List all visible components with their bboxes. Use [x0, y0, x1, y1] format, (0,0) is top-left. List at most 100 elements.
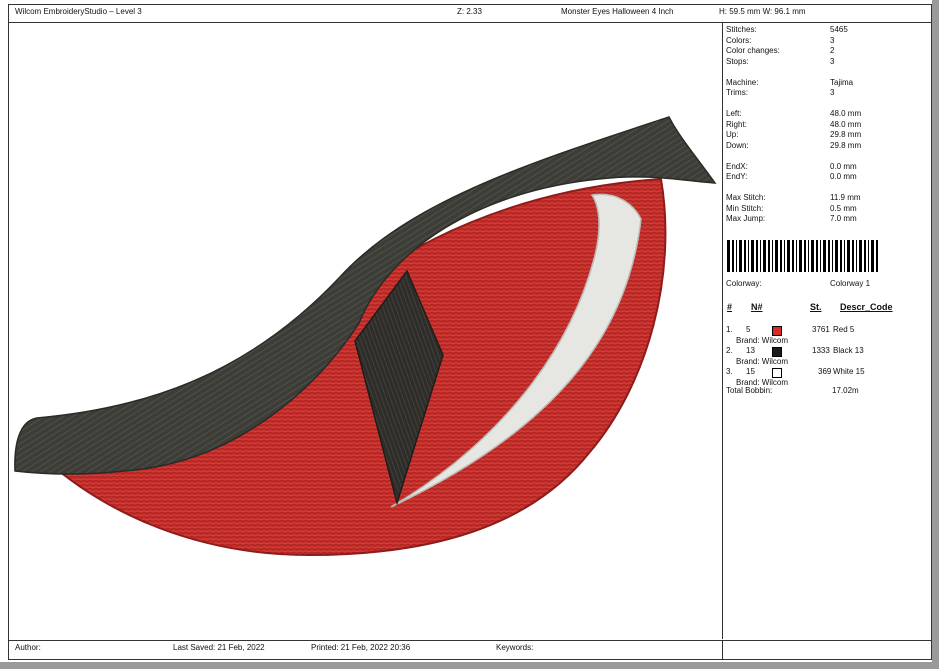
barcode-bar	[871, 240, 874, 272]
printed-date: Printed: 21 Feb, 2022 20:36	[311, 643, 411, 652]
stat-label: Min Stitch:	[726, 203, 764, 213]
stat-label: Machine:	[726, 77, 759, 87]
thread-row: 1. 5 3761 Red 5 Brand: Wilcom	[726, 325, 926, 347]
barcode-bar	[820, 240, 821, 272]
barcode-bar	[780, 240, 782, 272]
barcode-bar	[835, 240, 838, 272]
barcode-bar	[727, 240, 730, 272]
barcode-bar	[868, 240, 869, 272]
stat-value: 29.8 mm	[830, 130, 862, 139]
thread-swatch	[772, 368, 782, 378]
stat-label: Max Stitch:	[726, 193, 766, 202]
col-header-index: #	[727, 302, 733, 312]
barcode-image	[727, 240, 878, 272]
colorway-label: Colorway:	[726, 279, 762, 288]
stat-value: 3	[830, 88, 835, 97]
stat-value: 0.0 mm	[830, 161, 857, 171]
barcode-bar	[732, 240, 734, 272]
barcode-bar	[876, 240, 878, 272]
embroidery-design	[14, 116, 717, 557]
thread-stitches: 369	[818, 367, 832, 376]
barcode-bar	[804, 240, 806, 272]
barcode-bar	[856, 240, 857, 272]
barcode-bar	[796, 240, 797, 272]
barcode-bar	[816, 240, 818, 272]
stat-value: 48.0 mm	[830, 109, 862, 118]
barcode-bar	[847, 240, 850, 272]
barcode-bar	[768, 240, 770, 272]
barcode-bar	[784, 240, 785, 272]
design-name: Monster Eyes Halloween 4 Inch	[561, 7, 674, 16]
thread-number: 15	[746, 367, 755, 376]
barcode-bar	[811, 240, 814, 272]
barcode-bar	[744, 240, 746, 272]
last-saved: Last Saved: 21 Feb, 2022	[173, 643, 265, 652]
author-label: Author:	[15, 643, 41, 652]
stat-value: 29.8 mm	[830, 140, 862, 150]
barcode-bar	[832, 240, 833, 272]
thread-swatch	[772, 326, 782, 336]
col-header-stitches: St.	[810, 302, 822, 312]
barcode-bar	[748, 240, 749, 272]
thread-index: 2.	[726, 346, 733, 355]
stat-value: 3	[830, 35, 835, 45]
window-edge-right	[932, 0, 939, 669]
barcode-bar	[736, 240, 737, 272]
keywords-label: Keywords:	[496, 643, 534, 652]
barcode-bar	[864, 240, 866, 272]
stat-label: Stitches:	[726, 25, 757, 34]
sheet-header: Wilcom EmbroideryStudio – Level 3 Z: 2.3…	[9, 5, 931, 23]
total-bobbin-row: Total Bobbin: 17.02m	[726, 386, 926, 396]
barcode-bar	[772, 240, 773, 272]
thread-swatch	[772, 347, 782, 357]
stat-value: 11.9 mm	[830, 193, 861, 202]
app-title: Wilcom EmbroideryStudio – Level 3	[15, 7, 142, 16]
stat-value: 0.5 mm	[830, 203, 857, 213]
thread-description: White 15	[833, 367, 865, 376]
thread-row: 2. 13 1333 Black 13 Brand: Wilcom	[726, 346, 926, 368]
barcode-bar	[808, 240, 809, 272]
barcode-bar	[840, 240, 842, 272]
stat-label: Color changes:	[726, 46, 780, 55]
barcode-bar	[844, 240, 845, 272]
design-info-panel: Stitches: 5465 Colors: 3 Color changes: 2 S…	[723, 23, 931, 639]
stat-label: Left:	[726, 109, 742, 118]
barcode-bar	[787, 240, 790, 272]
barcode-bar	[756, 240, 758, 272]
stat-value: 2	[830, 46, 835, 55]
design-canvas	[9, 23, 723, 639]
total-bobbin-value: 17.02m	[832, 386, 859, 395]
thread-brand: Brand: Wilcom	[736, 357, 789, 366]
stat-value: 48.0 mm	[830, 119, 862, 129]
stat-value: Tajima	[830, 77, 854, 87]
barcode-bar	[859, 240, 862, 272]
barcode-bar	[852, 240, 854, 272]
stat-label: EndY:	[726, 172, 748, 181]
thread-index: 1.	[726, 325, 733, 334]
barcode-bar	[792, 240, 794, 272]
barcode-bar	[775, 240, 778, 272]
barcode-bar	[799, 240, 802, 272]
stat-label: Right:	[726, 119, 747, 129]
barcode-bar	[763, 240, 766, 272]
stat-label: EndX:	[726, 161, 748, 171]
stat-label: Stops:	[726, 56, 749, 66]
design-dimensions: H: 59.5 mm W: 96.1 mm	[719, 7, 806, 16]
stat-label: Down:	[726, 140, 749, 150]
stat-label: Up:	[726, 130, 739, 139]
stat-value: 0.0 mm	[830, 172, 857, 181]
zoom-level: Z: 2.33	[457, 7, 482, 16]
total-bobbin-label: Total Bobbin:	[726, 386, 773, 395]
col-header-number: N#	[751, 302, 763, 312]
stat-label: Trims:	[726, 88, 748, 97]
col-header-description: Descr_Code	[840, 302, 893, 312]
stat-value: 5465	[830, 25, 848, 34]
sheet-footer: Author: Last Saved: 21 Feb, 2022 Printed…	[9, 640, 931, 660]
stat-label: Max Jump:	[726, 214, 766, 223]
window-edge-bottom	[0, 662, 939, 669]
footer-divider	[722, 641, 723, 660]
stat-label: Colors:	[726, 35, 752, 45]
thread-description: Black 13	[833, 346, 864, 355]
barcode-bar	[739, 240, 742, 272]
barcode-bar	[760, 240, 761, 272]
